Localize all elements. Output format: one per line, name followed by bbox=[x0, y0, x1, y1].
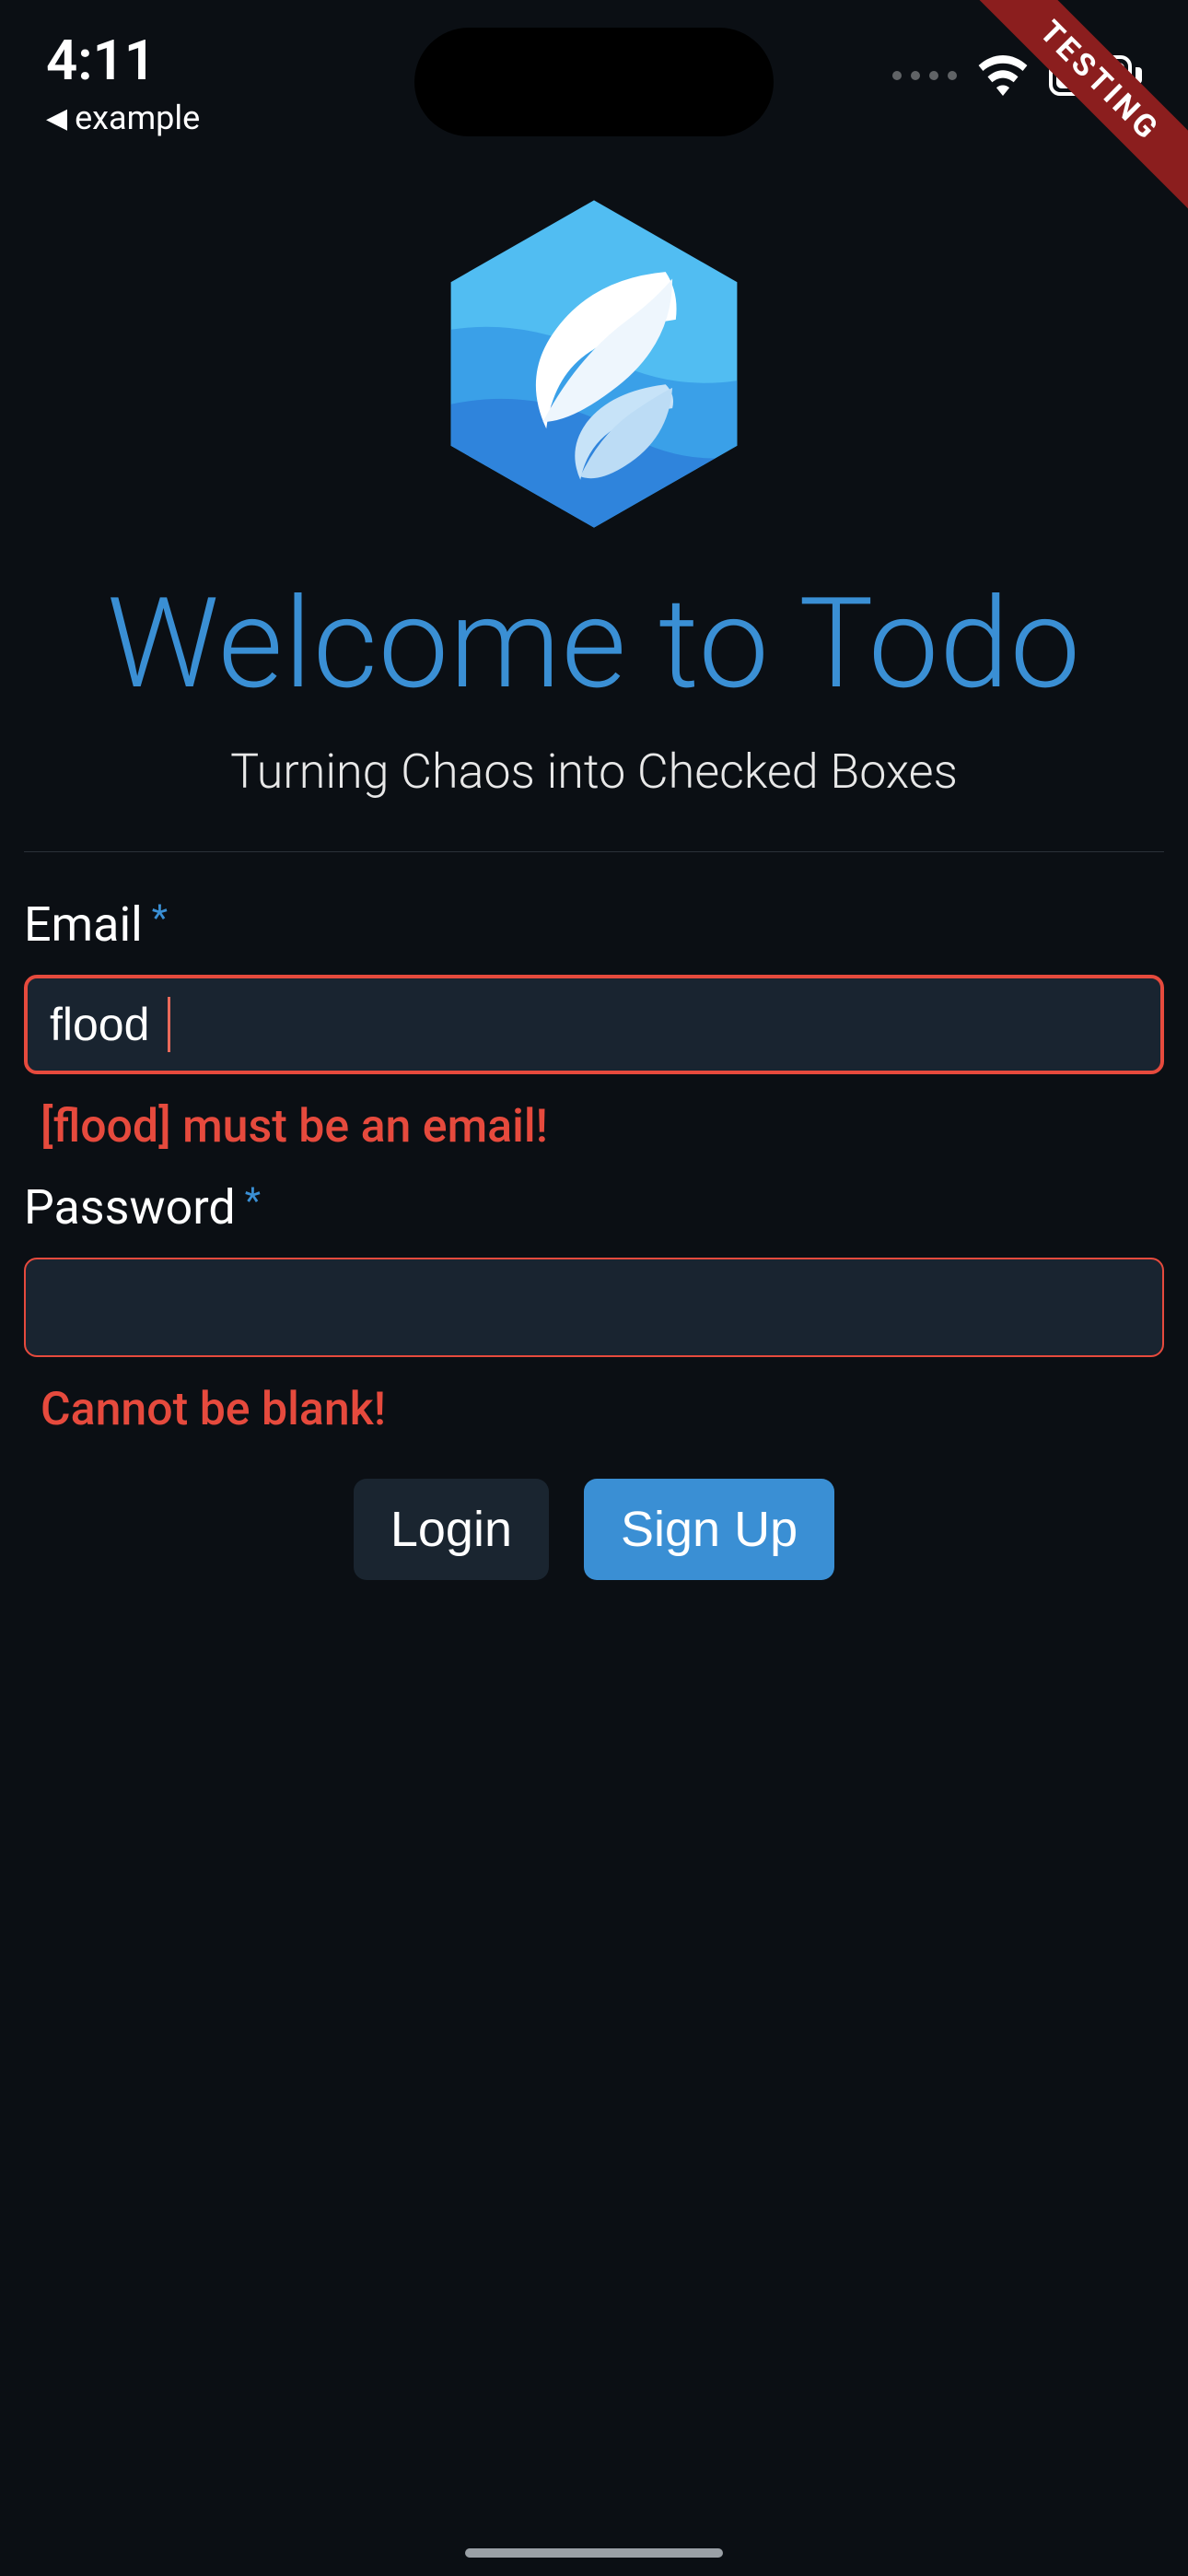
status-time: 4:11 bbox=[46, 28, 200, 93]
email-input[interactable] bbox=[24, 975, 1164, 1074]
divider bbox=[24, 851, 1164, 852]
email-label: Email * bbox=[24, 896, 1164, 953]
signup-button[interactable]: Sign Up bbox=[584, 1479, 834, 1580]
page-title: Welcome to Todo bbox=[24, 571, 1164, 718]
password-input-wrap bbox=[24, 1258, 1164, 1357]
app-logo-icon bbox=[424, 193, 764, 534]
password-label-text: Password bbox=[24, 1179, 236, 1235]
required-asterisk: * bbox=[245, 1183, 261, 1220]
text-cursor bbox=[168, 997, 170, 1052]
wifi-icon bbox=[977, 55, 1029, 96]
page-subtitle: Turning Chaos into Checked Boxes bbox=[24, 744, 1164, 800]
back-to-app-label: example bbox=[75, 99, 200, 137]
password-field-group: Password * Cannot be blank! bbox=[24, 1179, 1164, 1436]
email-input-wrap bbox=[24, 975, 1164, 1074]
battery-icon bbox=[1049, 55, 1142, 96]
login-button[interactable]: Login bbox=[354, 1479, 549, 1580]
button-row: Login Sign Up bbox=[24, 1479, 1164, 1580]
device-notch bbox=[414, 28, 774, 136]
required-asterisk: * bbox=[152, 900, 168, 937]
chevron-left-icon: ◀ bbox=[46, 102, 67, 135]
email-field-group: Email * [flood] must be an email! bbox=[24, 896, 1164, 1153]
main-content: Welcome to Todo Turning Chaos into Check… bbox=[0, 166, 1188, 1580]
logo-wrap bbox=[24, 193, 1164, 534]
status-right bbox=[892, 55, 1142, 96]
password-input[interactable] bbox=[24, 1258, 1164, 1357]
home-indicator[interactable] bbox=[465, 2548, 723, 2558]
back-to-app[interactable]: ◀ example bbox=[46, 99, 200, 137]
password-error: Cannot be blank! bbox=[41, 1383, 1164, 1436]
status-left: 4:11 ◀ example bbox=[46, 28, 200, 137]
email-error: [flood] must be an email! bbox=[41, 1100, 1164, 1153]
password-label: Password * bbox=[24, 1179, 1164, 1235]
email-label-text: Email bbox=[24, 896, 143, 953]
page-dots-icon bbox=[892, 71, 957, 80]
